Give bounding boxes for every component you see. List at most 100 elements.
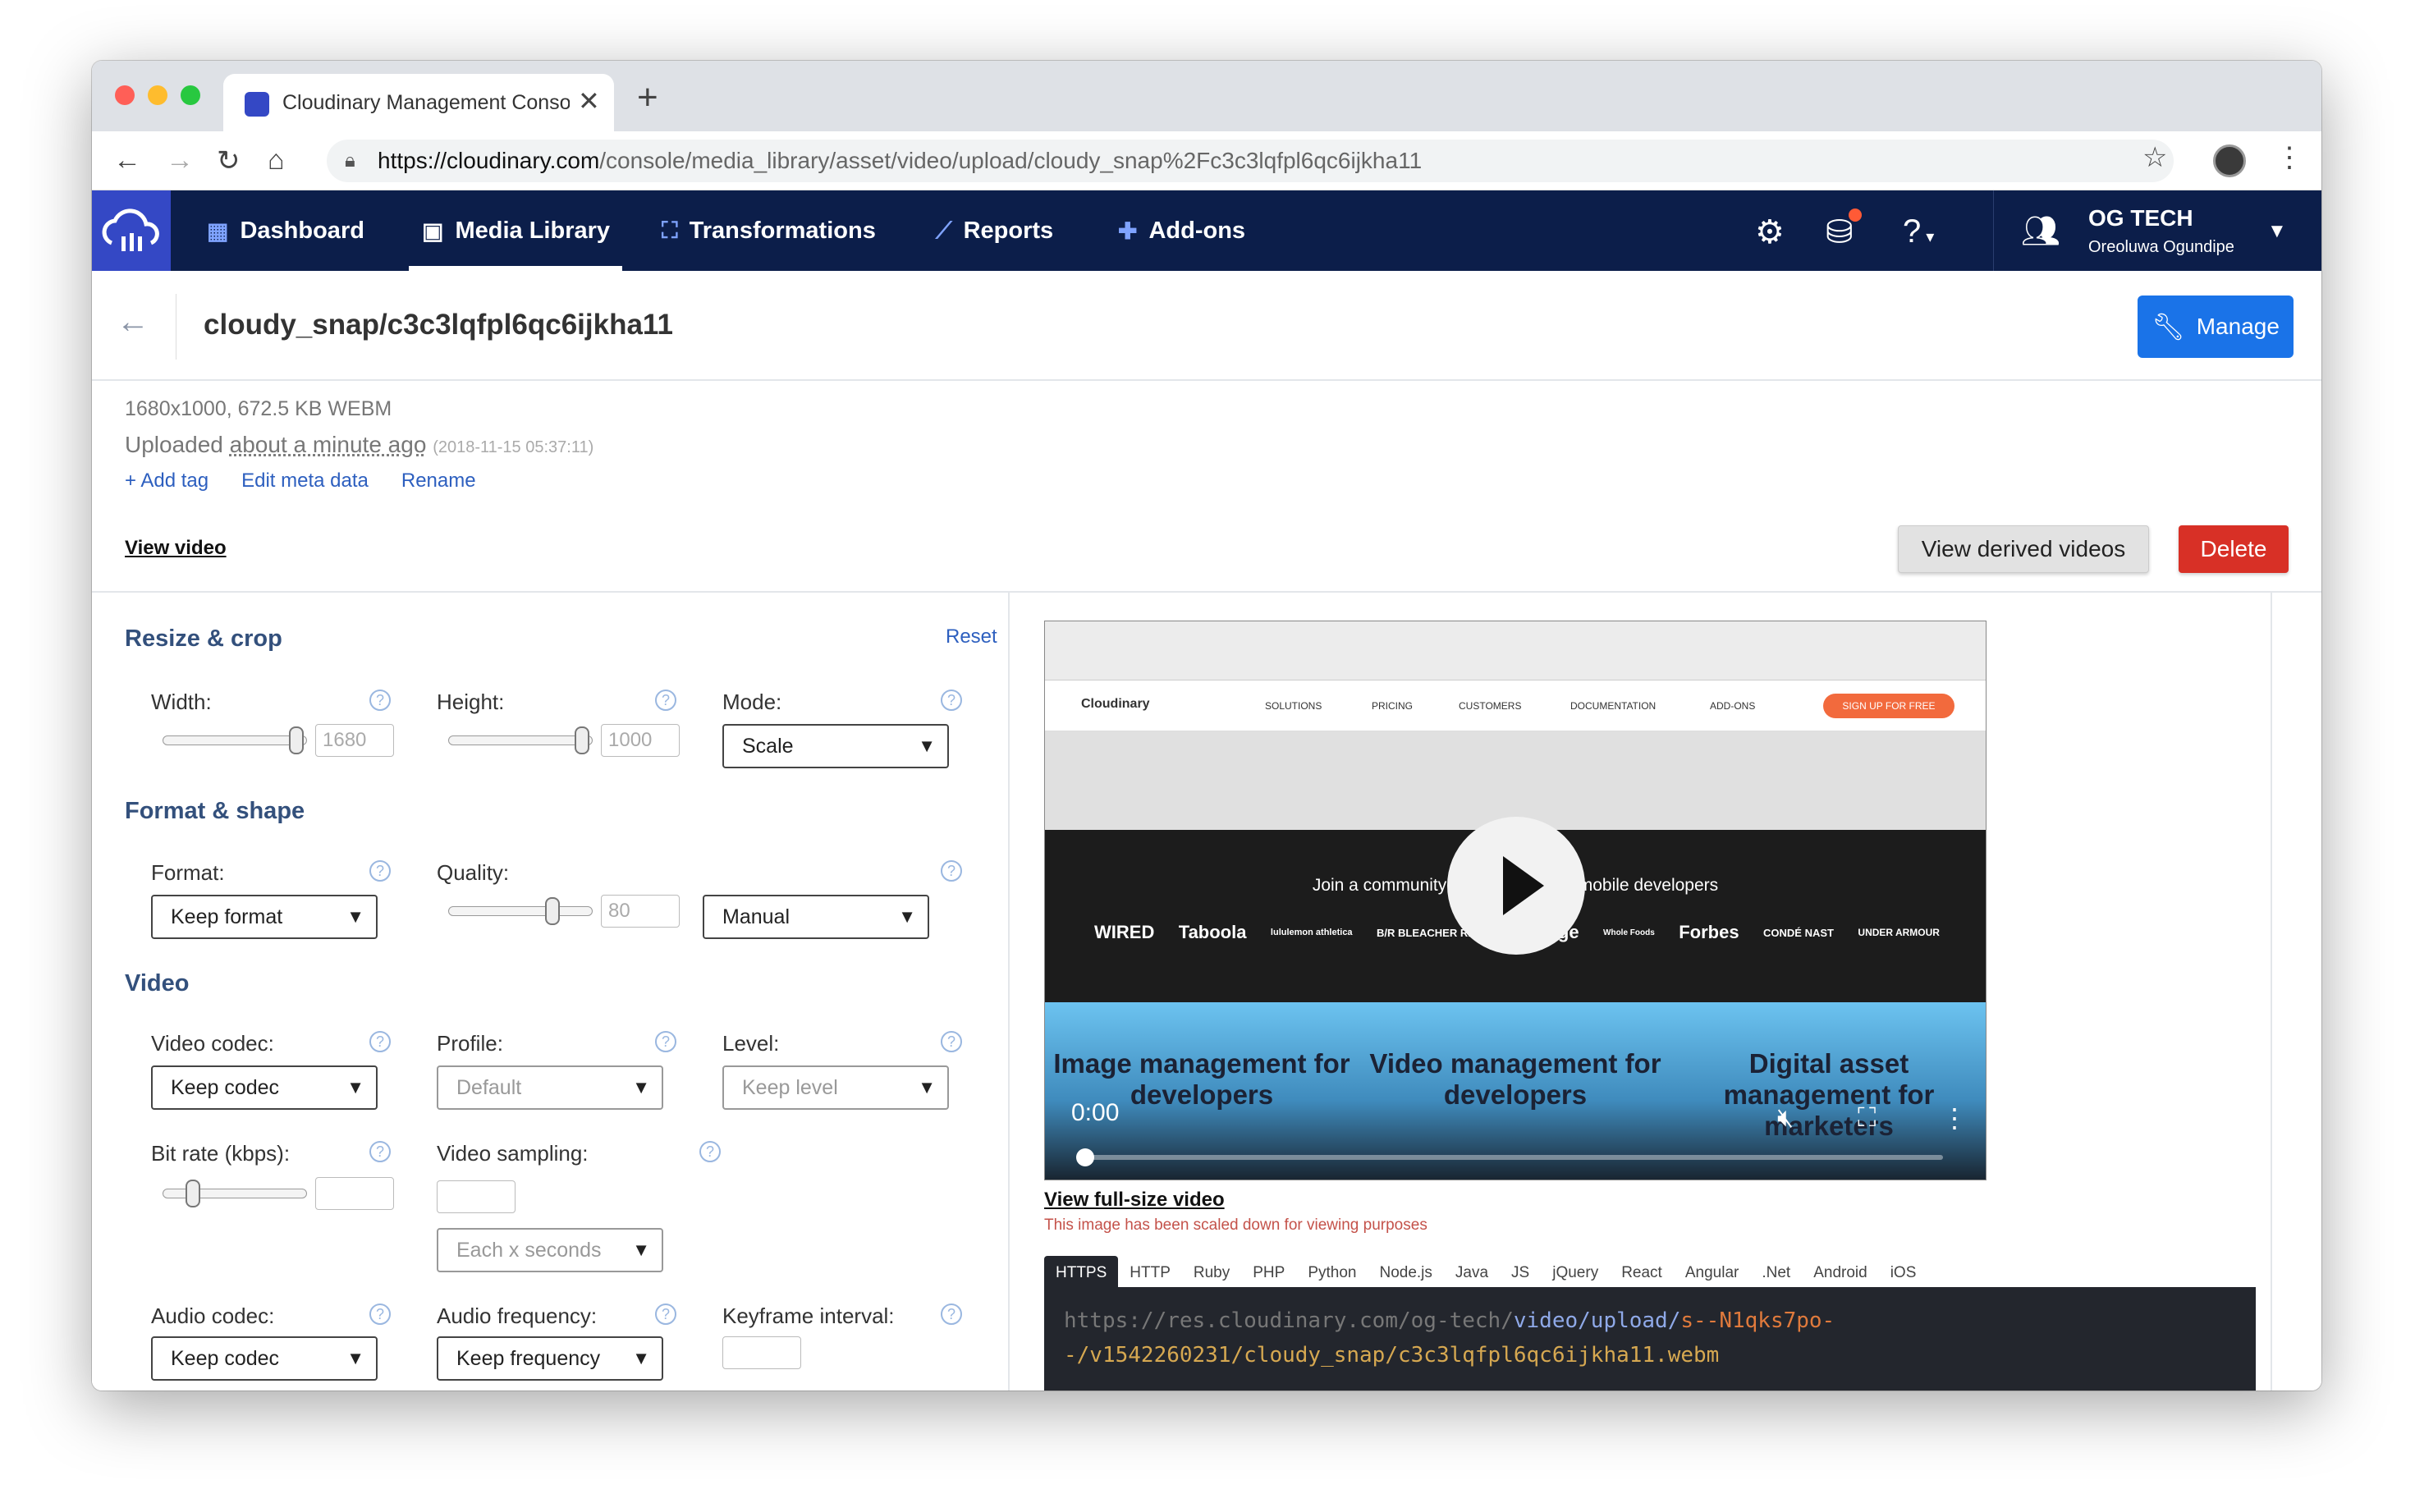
tab-ruby[interactable]: Ruby xyxy=(1182,1256,1241,1287)
profile-select[interactable]: Default ▼ xyxy=(437,1065,663,1110)
format-select[interactable]: Keep format ▼ xyxy=(151,895,378,939)
delete-button[interactable]: Delete xyxy=(2179,525,2289,573)
quality-help-icon[interactable]: ? xyxy=(941,860,962,882)
level-select[interactable]: Keep level ▼ xyxy=(722,1065,949,1110)
quality-slider-handle[interactable] xyxy=(545,897,560,925)
video-sampling-help-icon[interactable]: ? xyxy=(699,1141,721,1162)
keyframe-interval-input[interactable] xyxy=(722,1336,801,1369)
width-slider[interactable] xyxy=(163,735,307,745)
format-help-icon[interactable]: ? xyxy=(369,860,391,882)
video-progress-handle[interactable] xyxy=(1076,1148,1094,1166)
profile-help-icon[interactable]: ? xyxy=(655,1031,676,1052)
tab-js[interactable]: JS xyxy=(1500,1256,1541,1287)
view-video-tab[interactable]: View video xyxy=(125,537,227,560)
video-sampling-select[interactable]: Each x seconds ▼ xyxy=(437,1228,663,1272)
video-codec-select[interactable]: Keep codec ▼ xyxy=(151,1065,378,1110)
video-nav-item: CUSTOMERS xyxy=(1459,700,1522,712)
nav-dashboard[interactable]: ▦ Dashboard xyxy=(207,190,364,271)
height-slider[interactable] xyxy=(448,735,593,745)
keyframe-interval-help-icon[interactable]: ? xyxy=(941,1304,962,1325)
tab-jquery[interactable]: jQuery xyxy=(1541,1256,1610,1287)
tab-java[interactable]: Java xyxy=(1444,1256,1500,1287)
back-arrow-icon[interactable]: ← xyxy=(113,144,141,176)
volume-icon[interactable]: 🔇︎ xyxy=(1777,1102,1794,1134)
logo-under-armour: UNDER ARMOUR xyxy=(1858,927,1940,938)
audio-frequency-select[interactable]: Keep frequency ▼ xyxy=(437,1336,663,1381)
width-slider-handle[interactable] xyxy=(289,726,304,754)
width-input[interactable]: 1680 xyxy=(315,724,394,757)
width-help-icon[interactable]: ? xyxy=(369,690,391,711)
video-progress-bar[interactable] xyxy=(1081,1155,1943,1160)
video-codec-help-icon[interactable]: ? xyxy=(369,1031,391,1052)
video-player[interactable]: Cloudinary SOLUTIONS PRICING CUSTOMERS D… xyxy=(1044,621,1987,1180)
bit-rate-help-icon[interactable]: ? xyxy=(369,1141,391,1162)
audio-frequency-help-icon[interactable]: ? xyxy=(655,1304,676,1325)
tab-http[interactable]: HTTP xyxy=(1118,1256,1182,1287)
reload-icon[interactable]: ↻ xyxy=(217,144,241,177)
quality-input[interactable]: 80 xyxy=(601,895,680,928)
rename-link[interactable]: Rename xyxy=(401,470,476,493)
tab-angular[interactable]: Angular xyxy=(1674,1256,1751,1287)
mode-help-icon[interactable]: ? xyxy=(941,690,962,711)
view-full-size-link[interactable]: View full-size video xyxy=(1044,1189,1225,1212)
forward-arrow-icon[interactable]: → xyxy=(166,144,194,176)
tab-php[interactable]: PHP xyxy=(1241,1256,1296,1287)
height-slider-handle[interactable] xyxy=(575,726,589,754)
tab-react[interactable]: React xyxy=(1610,1256,1674,1287)
tab-nodejs[interactable]: Node.js xyxy=(1368,1256,1443,1287)
more-options-icon[interactable]: ⋮ xyxy=(1941,1102,1968,1134)
height-help-icon[interactable]: ? xyxy=(655,690,676,711)
edit-meta-link[interactable]: Edit meta data xyxy=(241,470,369,493)
level-value: Keep level xyxy=(742,1076,838,1099)
play-button[interactable] xyxy=(1447,817,1585,955)
new-tab-icon[interactable]: + xyxy=(637,77,658,118)
height-input[interactable]: 1000 xyxy=(601,724,680,757)
audio-codec-help-icon[interactable]: ? xyxy=(369,1304,391,1325)
reports-icon: ⟋ xyxy=(936,217,952,243)
bit-rate-slider[interactable] xyxy=(163,1189,307,1198)
close-window-button[interactable] xyxy=(115,85,135,105)
help-icon[interactable]: ? ▾ xyxy=(1903,213,1934,250)
nav-addons[interactable]: ✚ Add-ons xyxy=(1118,190,1245,271)
bookmark-star-icon[interactable]: ☆ xyxy=(2142,141,2167,174)
level-help-icon[interactable]: ? xyxy=(941,1031,962,1052)
bit-rate-input[interactable] xyxy=(315,1177,394,1210)
notifications-icon[interactable]: ⛁ xyxy=(1826,213,1854,251)
nav-media-library[interactable]: ▣ Media Library xyxy=(422,190,610,271)
view-derived-videos-button[interactable]: View derived videos xyxy=(1898,525,2149,573)
tab-python[interactable]: Python xyxy=(1296,1256,1368,1287)
tab-https[interactable]: HTTPS xyxy=(1044,1256,1119,1287)
tab-dotnet[interactable]: .Net xyxy=(1750,1256,1802,1287)
nav-transformations[interactable]: ⛶ Transformations xyxy=(662,190,876,271)
browser-menu-icon[interactable]: ⋮ xyxy=(2275,141,2303,174)
maximize-window-button[interactable] xyxy=(181,85,200,105)
quality-slider[interactable] xyxy=(448,906,593,916)
address-bar[interactable]: 🔒︎ https://cloudinary.com/console/media_… xyxy=(327,140,2174,182)
account-chevron-down-icon[interactable]: ▼ xyxy=(2267,220,2287,243)
dashboard-icon: ▦ xyxy=(207,218,229,244)
bit-rate-slider-handle[interactable] xyxy=(186,1180,200,1207)
url-signature: s--N1qks7po- xyxy=(1680,1308,1835,1333)
tab-android[interactable]: Android xyxy=(1802,1256,1879,1287)
tab-close-icon[interactable]: ✕ xyxy=(578,85,600,117)
audio-codec-select[interactable]: Keep codec ▼ xyxy=(151,1336,378,1381)
back-arrow-icon[interactable]: ← xyxy=(117,304,149,341)
manage-button[interactable]: 🔧︎ Manage xyxy=(2138,296,2294,358)
reset-link[interactable]: Reset xyxy=(946,625,997,648)
nav-reports[interactable]: ⟋ Reports xyxy=(936,190,1053,271)
home-icon[interactable]: ⌂ xyxy=(268,144,285,176)
browser-tab[interactable]: Cloudinary Management Conso ✕ xyxy=(223,74,614,131)
video-sampling-input[interactable] xyxy=(437,1180,516,1213)
add-tag-link[interactable]: + Add tag xyxy=(125,470,209,493)
quality-mode-select[interactable]: Manual ▼ xyxy=(703,895,929,939)
profile-avatar[interactable] xyxy=(2213,144,2246,177)
account-users-icon[interactable]: 👥︎ xyxy=(2021,213,2060,250)
minimize-window-button[interactable] xyxy=(148,85,167,105)
fullscreen-icon[interactable]: ⛶ xyxy=(1858,1102,1876,1134)
mode-select[interactable]: Scale ▼ xyxy=(722,724,949,768)
browser-toolbar: ← → ↻ ⌂ 🔒︎ https://cloudinary.com/consol… xyxy=(92,131,2321,190)
tab-ios[interactable]: iOS xyxy=(1879,1256,1928,1287)
video-sampling-label: Video sampling: xyxy=(437,1141,589,1166)
cloudinary-logo-icon[interactable] xyxy=(92,190,171,271)
settings-gear-icon[interactable]: ⚙ xyxy=(1755,213,1785,251)
